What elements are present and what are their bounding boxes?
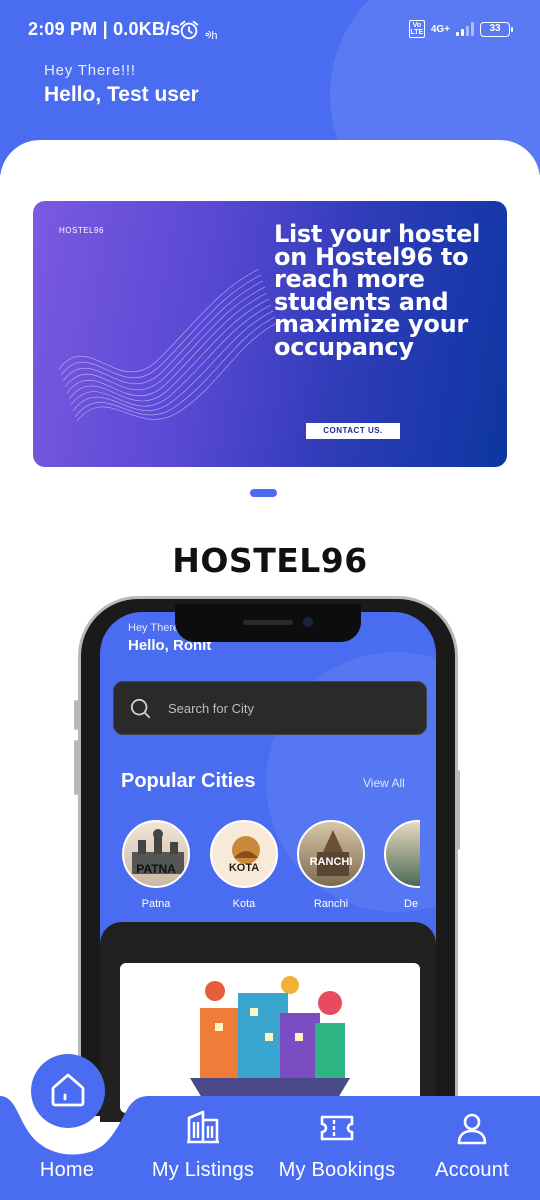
search-icon xyxy=(130,698,151,719)
city-image-ranchi: RANCHI xyxy=(297,820,365,888)
alarm-icon xyxy=(179,20,199,40)
city-label: Patna xyxy=(141,898,171,910)
ticket-icon xyxy=(320,1115,354,1141)
nav-account[interactable]: Account xyxy=(407,1096,537,1200)
building-icon xyxy=(187,1110,219,1144)
nav-my-bookings-label: My Bookings xyxy=(278,1159,396,1181)
city-label: De xyxy=(404,898,419,910)
contact-us-button[interactable]: CONTACT US. xyxy=(306,423,400,439)
greeting-text: Hey There!!! xyxy=(44,62,136,79)
isometric-city-graphic xyxy=(190,976,350,1103)
mockup-city-ranchi: RANCHI Ranchi xyxy=(296,820,366,910)
city-skyline-graphic xyxy=(132,829,184,874)
volte-icon: Vo LTE xyxy=(408,20,425,38)
city-badge: RANCHI xyxy=(309,856,353,868)
home-button[interactable] xyxy=(31,1054,105,1128)
city-label: Ranchi xyxy=(313,898,349,910)
promo-title: HOSTEL96 xyxy=(172,541,368,580)
phone-notch xyxy=(175,604,361,642)
phone-side-button xyxy=(74,740,78,795)
banner-headline: List your hostel on Hostel96 to reach mo… xyxy=(274,220,481,361)
city-image-patna: PATNA xyxy=(122,820,190,888)
status-time: 2:09 PM | 0.0KB/s xyxy=(28,19,181,39)
nav-my-listings[interactable]: My Listings xyxy=(138,1096,268,1200)
city-label: Kota xyxy=(232,898,256,910)
status-right-group: Vo LTE 4G+ 33 xyxy=(408,20,513,38)
mockup-city-partial: De xyxy=(384,820,420,910)
username-text: Hello, Test user xyxy=(44,83,199,106)
person-icon xyxy=(457,1113,487,1145)
nav-my-bookings[interactable]: My Bookings xyxy=(272,1096,402,1200)
city-image-kota: KOTA xyxy=(210,820,278,888)
battery-icon: 33 xyxy=(480,21,513,37)
nav-my-listings-label: My Listings xyxy=(151,1159,255,1181)
network-type: 4G+ xyxy=(430,23,450,35)
status-bar: 2:09 PM | 0.0KB/s ᢀh Vo LTE 4G+ 33 xyxy=(0,0,540,60)
banner-brand: HOSTEL96 xyxy=(59,226,104,235)
city-badge: KOTA xyxy=(228,862,260,874)
mockup-view-all: View All xyxy=(363,776,405,790)
camel-graphic xyxy=(232,836,260,864)
carousel-indicator[interactable] xyxy=(250,489,277,497)
camera-icon xyxy=(303,617,313,627)
mockup-greeting: Hey There xyxy=(128,622,180,634)
mockup-city-patna: PATNA Patna xyxy=(121,820,191,910)
mockup-hostel-card xyxy=(120,963,420,1113)
mockup-city-kota: KOTA Kota xyxy=(209,820,279,910)
signal-icon xyxy=(456,22,474,36)
city-badge: PATNA xyxy=(136,862,176,876)
temple-graphic xyxy=(317,830,349,876)
status-indicator: ᢀh xyxy=(205,30,218,42)
mockup-search-placeholder: Search for City xyxy=(168,701,254,716)
mockup-search-bar: Search for City xyxy=(113,681,427,735)
speaker-grille xyxy=(243,620,293,625)
nav-home-label: Home xyxy=(39,1159,95,1181)
city-image-partial xyxy=(384,820,420,888)
phone-side-button xyxy=(74,700,78,730)
mockup-section-title: Popular Cities xyxy=(121,770,256,792)
nav-account-label: Account xyxy=(435,1159,509,1181)
home-icon xyxy=(51,1073,85,1107)
wave-mesh-graphic xyxy=(58,268,278,422)
phone-side-button xyxy=(456,770,460,850)
promo-banner[interactable]: HOSTEL96 List your hostel on Hostel96 to… xyxy=(33,201,507,467)
